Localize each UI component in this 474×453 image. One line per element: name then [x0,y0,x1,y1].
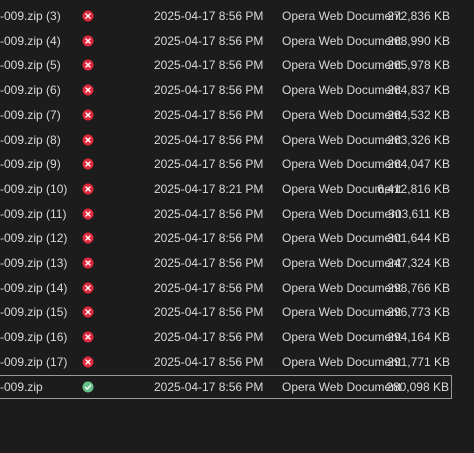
file-size: 264,532 KB [387,107,450,122]
file-name: -009.zip (9) [0,157,61,172]
file-size: 303,611 KB [388,206,450,221]
file-row[interactable]: -009.zip (3) 2025-04-17 8:56 PM Opera Web … [0,4,452,28]
file-type: Opera Web Document [282,231,402,246]
date-modified: 2025-04-17 8:56 PM [154,330,264,345]
file-name: -009.zip (5) [0,58,61,73]
error-icon [82,257,94,269]
date-modified: 2025-04-17 8:56 PM [154,9,264,23]
file-name: -009.zip [0,379,43,394]
file-row[interactable]: -009.zip (5) 2025-04-17 8:56 PM Opera Web … [0,53,452,77]
file-type: Opera Web Document [282,305,402,320]
date-modified: 2025-04-17 8:56 PM [154,231,264,246]
file-name: -009.zip (13) [0,256,68,270]
file-size: 280,098 KB [386,379,449,394]
date-modified: 2025-04-17 8:56 PM [154,83,264,98]
file-row[interactable]: -009.zip (11) 2025-04-17 8:56 PM Opera Web… [0,202,452,226]
file-type: Opera Web Document [282,83,402,98]
error-icon [82,158,94,170]
file-size: 263,326 KB [387,132,450,147]
file-size: 247,324 KB [387,256,450,270]
file-type: Opera Web Document [282,107,402,122]
file-type: Opera Web Document [282,379,402,394]
check-icon [82,381,94,393]
date-modified: 2025-04-17 8:21 PM [154,181,264,196]
file-name: -009.zip (8) [0,132,61,147]
file-size: 301,644 KB [387,231,450,246]
error-icon [82,109,94,121]
file-name: -009.zip (4) [0,33,61,48]
file-row[interactable]: -009.zip (6) 2025-04-17 8:56 PM Opera Web … [0,78,452,102]
date-modified: 2025-04-17 8:56 PM [154,157,264,172]
file-name: -009.zip (16) [0,330,68,345]
file-size: 298,766 KB [387,280,450,295]
file-type: Opera Web Document [282,9,402,23]
error-icon [82,84,94,96]
file-type: Opera Web Document [282,206,402,221]
error-icon [82,35,94,47]
file-type: Opera Web Document [282,330,402,345]
date-modified: 2025-04-17 8:56 PM [154,379,264,394]
date-modified: 2025-04-17 8:56 PM [154,107,264,122]
file-row[interactable]: -009.zip (4) 2025-04-17 8:56 PM Opera Web … [0,29,452,53]
file-type: Opera Web Document [282,280,402,295]
file-row[interactable]: -009.zip (17) 2025-04-17 8:56 PM Opera Web… [0,350,452,374]
file-row[interactable]: -009.zip (8) 2025-04-17 8:56 PM Opera Web … [0,128,452,152]
file-row[interactable]: -009.zip (14) 2025-04-17 8:56 PM Opera Web… [0,276,452,300]
date-modified: 2025-04-17 8:56 PM [154,305,264,320]
error-icon [82,134,94,146]
file-size: 291,771 KB [387,354,450,369]
file-name: -009.zip (12) [0,231,68,246]
file-name: -009.zip (15) [0,305,68,320]
file-size: 264,837 KB [387,83,450,98]
date-modified: 2025-04-17 8:56 PM [154,132,264,147]
file-size: 296,773 KB [387,305,450,320]
error-icon [82,59,94,71]
file-name: -009.zip (17) [0,354,68,369]
file-row[interactable]: -009.zip (12) 2025-04-17 8:56 PM Opera Web… [0,226,452,250]
error-icon [82,10,94,22]
error-icon [82,306,94,318]
file-name: -009.zip (3) [0,9,61,23]
date-modified: 2025-04-17 8:56 PM [154,58,264,73]
file-size: 268,990 KB [387,33,450,48]
file-size: 6,412,816 KB [377,181,450,196]
file-row-selected[interactable]: -009.zip 2025-04-17 8:56 PM Opera Web Docu… [0,374,452,399]
file-size: 294,164 KB [387,330,450,345]
file-type: Opera Web Document [282,132,402,147]
date-modified: 2025-04-17 8:56 PM [154,280,264,295]
error-icon [82,356,94,368]
file-type: Opera Web Document [282,58,402,73]
file-name: -009.zip (6) [0,83,61,98]
date-modified: 2025-04-17 8:56 PM [154,256,264,270]
error-icon [82,331,94,343]
file-name: -009.zip (10) [0,181,68,196]
file-size: 265,978 KB [387,58,450,73]
file-row[interactable]: -009.zip (7) 2025-04-17 8:56 PM Opera Web … [0,103,452,127]
file-type: Opera Web Document [282,256,402,270]
file-row[interactable]: -009.zip (13) 2025-04-17 8:56 PM Opera Web… [0,251,452,275]
file-row[interactable]: -009.zip (16) 2025-04-17 8:56 PM Opera Web… [0,325,452,349]
file-type: Opera Web Document [282,157,402,172]
error-icon [82,282,94,294]
file-type: Opera Web Document [282,33,402,48]
error-icon [82,208,94,220]
file-type: Opera Web Document [282,354,402,369]
file-row[interactable]: -009.zip (10) 2025-04-17 8:21 PM Opera Web… [0,177,452,201]
date-modified: 2025-04-17 8:56 PM [154,354,264,369]
date-modified: 2025-04-17 8:56 PM [154,206,264,221]
error-icon [82,232,94,244]
file-list: -009.zip (3) 2025-04-17 8:56 PM Opera Web … [0,0,474,453]
file-size: 272,836 KB [387,9,450,23]
file-name: -009.zip (11) [0,206,67,221]
file-name: -009.zip (7) [0,107,61,122]
file-row[interactable]: -009.zip (9) 2025-04-17 8:56 PM Opera Web … [0,152,452,176]
file-name: -009.zip (14) [0,280,68,295]
file-row[interactable]: -009.zip (15) 2025-04-17 8:56 PM Opera Web… [0,300,452,324]
date-modified: 2025-04-17 8:56 PM [154,33,264,48]
file-size: 264,047 KB [387,157,450,172]
error-icon [82,183,94,195]
